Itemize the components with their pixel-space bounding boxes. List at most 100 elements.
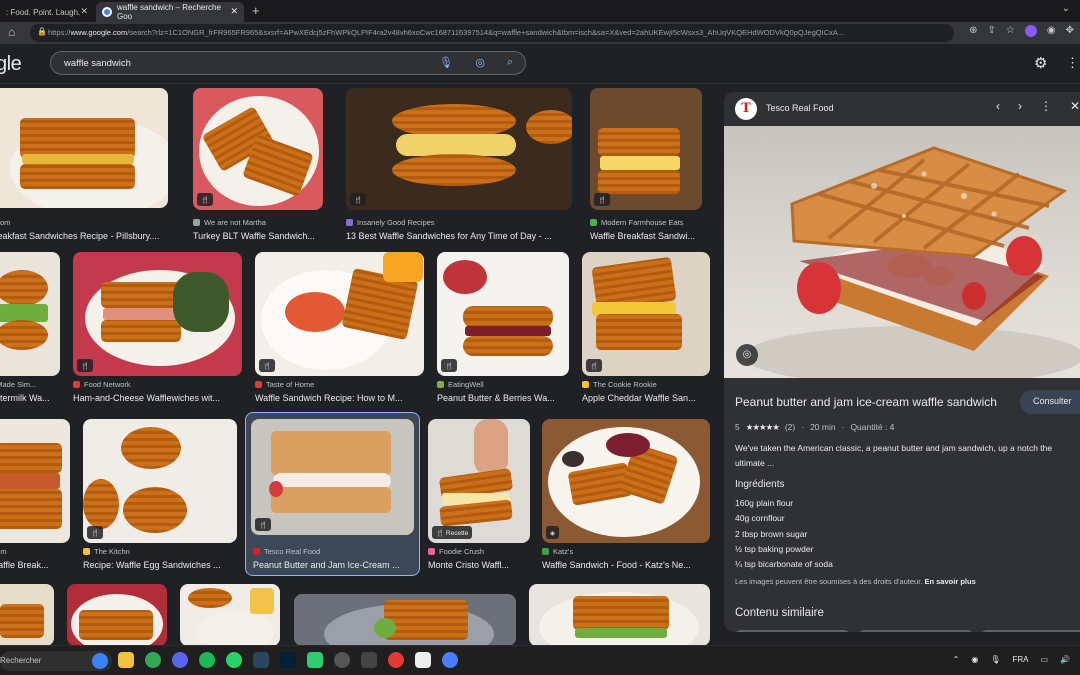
monitor-icon[interactable]: ▭	[1040, 655, 1048, 664]
result-card[interactable]: ...om Waffle Break...	[0, 419, 70, 571]
utensils-icon: 🍴	[77, 359, 94, 372]
recorder-icon[interactable]	[388, 652, 404, 668]
chrome-icon[interactable]	[145, 652, 161, 668]
result-thumbnail: 🍴	[582, 252, 710, 376]
result-source: The Kitchn	[83, 547, 130, 556]
panel-title[interactable]: Peanut butter and jam ice-cream waffle s…	[735, 395, 997, 409]
bing-icon[interactable]	[92, 653, 108, 669]
home-icon[interactable]: ⌂	[8, 25, 15, 39]
chevron-left-icon[interactable]: ‹	[996, 99, 1000, 113]
source-name: Modern Farmhouse Eats	[601, 218, 684, 227]
discord-icon[interactable]	[172, 652, 188, 668]
chevron-up-icon[interactable]: ⌃	[953, 655, 960, 664]
result-card[interactable]: 🍴 Taste of Home Waffle Sandwich Recipe: …	[255, 252, 424, 404]
share-icon[interactable]: ⇪	[988, 25, 996, 37]
photoshop-icon[interactable]	[280, 652, 296, 668]
result-source: ...com	[0, 218, 11, 227]
tab-google-search[interactable]: waffle sandwich – Recherche Goo ✕	[96, 2, 244, 22]
google-lens-icon[interactable]: ◎	[475, 56, 485, 69]
chevron-down-icon[interactable]: ⌄	[1062, 3, 1070, 14]
result-thumbnail: 🍴	[590, 88, 702, 210]
result-title: Turkey BLT Waffle Sandwich...	[193, 231, 315, 241]
terminal-icon[interactable]	[415, 652, 431, 668]
puzzle-icon[interactable]: ✥	[1066, 25, 1074, 37]
profile-avatar[interactable]	[1024, 25, 1037, 37]
steam-tray-icon[interactable]: ◉	[971, 655, 978, 664]
site-favicon	[582, 381, 589, 388]
result-card[interactable]	[0, 584, 54, 645]
result-thumbnail	[0, 584, 54, 645]
google-lens-icon[interactable]: ◎	[736, 344, 758, 366]
microphone-icon[interactable]: 🎙	[990, 655, 1000, 664]
onepassword-icon[interactable]	[442, 652, 458, 668]
steam-icon[interactable]	[253, 652, 269, 668]
ingredient-item: 2 tbsp brown sugar	[735, 528, 808, 539]
similar-thumbnail[interactable]	[735, 630, 850, 632]
result-card[interactable]: ◈ Katz's Waffle Sandwich - Food - Katz's…	[542, 419, 710, 571]
result-source: Foodie Crush	[428, 547, 484, 556]
more-options-icon[interactable]: ⋮	[1040, 99, 1052, 113]
site-favicon	[346, 219, 353, 226]
ingredients-heading: Ingrédients	[735, 479, 785, 490]
gear-icon[interactable]: ⚙	[1034, 54, 1047, 72]
search-icon[interactable]: ⌕	[507, 56, 513, 69]
extension-icon[interactable]: ◉	[1047, 25, 1056, 37]
result-thumbnail: 🍴	[255, 252, 424, 376]
ingredient-item: ¼ tsp bicarbonate of soda	[735, 559, 833, 570]
result-source: We are not Martha	[193, 218, 266, 227]
close-icon[interactable]: ✕	[80, 6, 88, 17]
image-results-grid: ...com ...eakfast Sandwiches Recipe - Pi…	[0, 84, 720, 645]
capture-icon[interactable]	[361, 652, 377, 668]
ingredient-item: 40g cornflour	[735, 513, 785, 524]
zoom-icon[interactable]: ⊕	[969, 25, 977, 37]
learn-more-link[interactable]: En savoir plus	[924, 577, 975, 586]
site-favicon	[437, 381, 444, 388]
speaker-icon[interactable]: 🔊	[1060, 655, 1070, 664]
close-icon[interactable]: ✕	[230, 6, 238, 17]
result-thumbnail	[0, 419, 70, 543]
microphone-icon[interactable]: 🎙	[439, 56, 453, 69]
result-card[interactable]: 🍴 Recette Foodie Crush Monte Cristo Waff…	[428, 419, 530, 571]
result-card[interactable]	[294, 594, 516, 645]
result-source: EatingWell	[437, 380, 484, 389]
lock-icon[interactable]: 🔒	[37, 27, 47, 36]
result-card[interactable]: 🍴 The Kitchn Recipe: Waffle Egg Sandwich…	[83, 419, 237, 571]
result-title: Peanut Butter & Berries Wa...	[437, 393, 555, 403]
panel-preview-image[interactable]: ◎	[724, 126, 1080, 378]
app-icon[interactable]	[307, 652, 323, 668]
close-icon[interactable]: ✕	[1070, 99, 1080, 113]
result-title: Waffle Breakfast Sandwi...	[590, 231, 696, 241]
bookmark-star-icon[interactable]: ☆	[1006, 25, 1015, 37]
result-card[interactable]	[180, 584, 280, 645]
file-explorer-icon[interactable]	[118, 652, 134, 668]
search-input[interactable]: waffle sandwich 🎙 ◎ ⌕	[50, 51, 526, 75]
result-card[interactable]	[529, 584, 710, 645]
result-card[interactable]: 🍴 The Cookie Rookie Apple Cheddar Waffle…	[582, 252, 710, 404]
result-card[interactable]	[67, 584, 167, 645]
result-card-selected[interactable]: 🍴 Tesco Real Food Peanut Butter and Jam …	[245, 412, 420, 576]
result-card[interactable]: 🍴 Modern Farmhouse Eats Waffle Breakfast…	[590, 88, 702, 248]
whatsapp-icon[interactable]	[226, 652, 242, 668]
result-card[interactable]: 🍴 We are not Martha Turkey BLT Waffle Sa…	[193, 88, 323, 248]
panel-source[interactable]: Tesco Real Food	[766, 103, 834, 113]
apps-grid-icon[interactable]: ⋮⋮	[1066, 55, 1080, 71]
taskbar-apps	[118, 652, 458, 668]
result-card[interactable]: 🍴 Food Network Ham-and-Cheese Wafflewich…	[73, 252, 242, 404]
similar-thumbnail[interactable]	[858, 630, 973, 632]
result-card[interactable]: 🍴 EatingWell Peanut Butter & Berries Wa.…	[437, 252, 569, 404]
language-indicator[interactable]: FRA	[1012, 655, 1028, 664]
result-card[interactable]: ...Made Sim... ...ttermilk Wa...	[0, 252, 60, 404]
obs-icon[interactable]	[334, 652, 350, 668]
spotify-icon[interactable]	[199, 652, 215, 668]
google-logo[interactable]: gle	[0, 53, 22, 76]
visit-button[interactable]: Consulter	[1020, 390, 1080, 414]
tab-food-point-laugh[interactable]: : Food. Point. Laugh. ✕	[0, 2, 94, 22]
result-card[interactable]: ...com ...eakfast Sandwiches Recipe - Pi…	[0, 88, 168, 248]
similar-thumbnail[interactable]	[981, 630, 1080, 632]
new-tab-button[interactable]: +	[252, 3, 260, 18]
tab-bar: : Food. Point. Laugh. ✕ waffle sandwich …	[0, 0, 1080, 22]
url-field[interactable]: 🔒 https://www.google.com/search?rlz=1C1O…	[30, 24, 954, 42]
taskbar-search[interactable]: Rechercher	[0, 651, 112, 671]
chevron-right-icon[interactable]: ›	[1018, 99, 1022, 113]
result-card[interactable]: 🍴 Insanely Good Recipes 13 Best Waffle S…	[346, 88, 572, 248]
